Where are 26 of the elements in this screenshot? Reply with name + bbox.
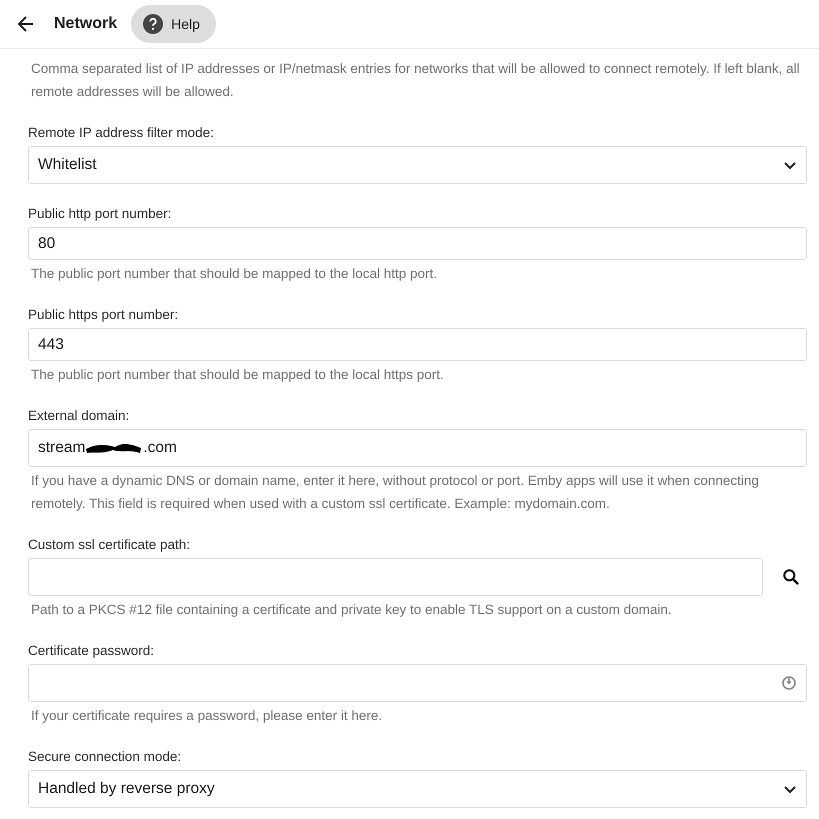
select-field[interactable]: Handled by reverse proxy	[28, 770, 807, 808]
field-description: If your certificate requires a password, please enter it here.	[31, 707, 384, 725]
field-label: Public http port number:	[28, 206, 172, 221]
help-button[interactable]: Help	[131, 5, 216, 43]
field-description: If you have a dynamic DNS or domain name, enter it here, without protocol or port. Emby apps will use it when connecting remotely. This field is required when used with a custom ssl certificate. Example: mydomain.com.	[31, 472, 760, 513]
field-description: The public port number that should be mapped to the local https port.	[31, 366, 445, 384]
field-label: Certificate password:	[28, 643, 156, 658]
input-field[interactable]: 80	[28, 227, 807, 260]
select-field[interactable]: Whitelist	[28, 146, 807, 184]
back-arrow-icon	[16, 14, 36, 34]
page-title: Network	[54, 15, 118, 33]
field-label: Custom ssl certificate path:	[28, 537, 192, 552]
input-field[interactable]: stream .com	[28, 429, 807, 467]
field-description: The public port number that should be mapped to the local http port.	[31, 265, 438, 283]
help-icon	[143, 14, 164, 34]
field-description: Comma separated list of IP addresses or IP/netmask entries for networks that will be allowed to connect remotely. If left blank, all remote addresses will be allowed.	[31, 60, 801, 101]
field-label: Public https port number:	[28, 307, 180, 322]
input-field[interactable]	[28, 558, 763, 596]
field-label: External domain:	[28, 408, 130, 423]
reveal-icon	[781, 674, 797, 692]
field-description: Path to a PKCS #12 file containing a certificate and private key to enable TLS support on a custom domain.	[31, 601, 673, 619]
field-label: Remote IP address filter mode:	[28, 125, 215, 140]
search-icon	[781, 567, 801, 587]
field-label: Secure connection mode:	[28, 749, 182, 764]
password-field[interactable]	[28, 664, 807, 702]
input-field[interactable]: 443	[28, 328, 807, 361]
